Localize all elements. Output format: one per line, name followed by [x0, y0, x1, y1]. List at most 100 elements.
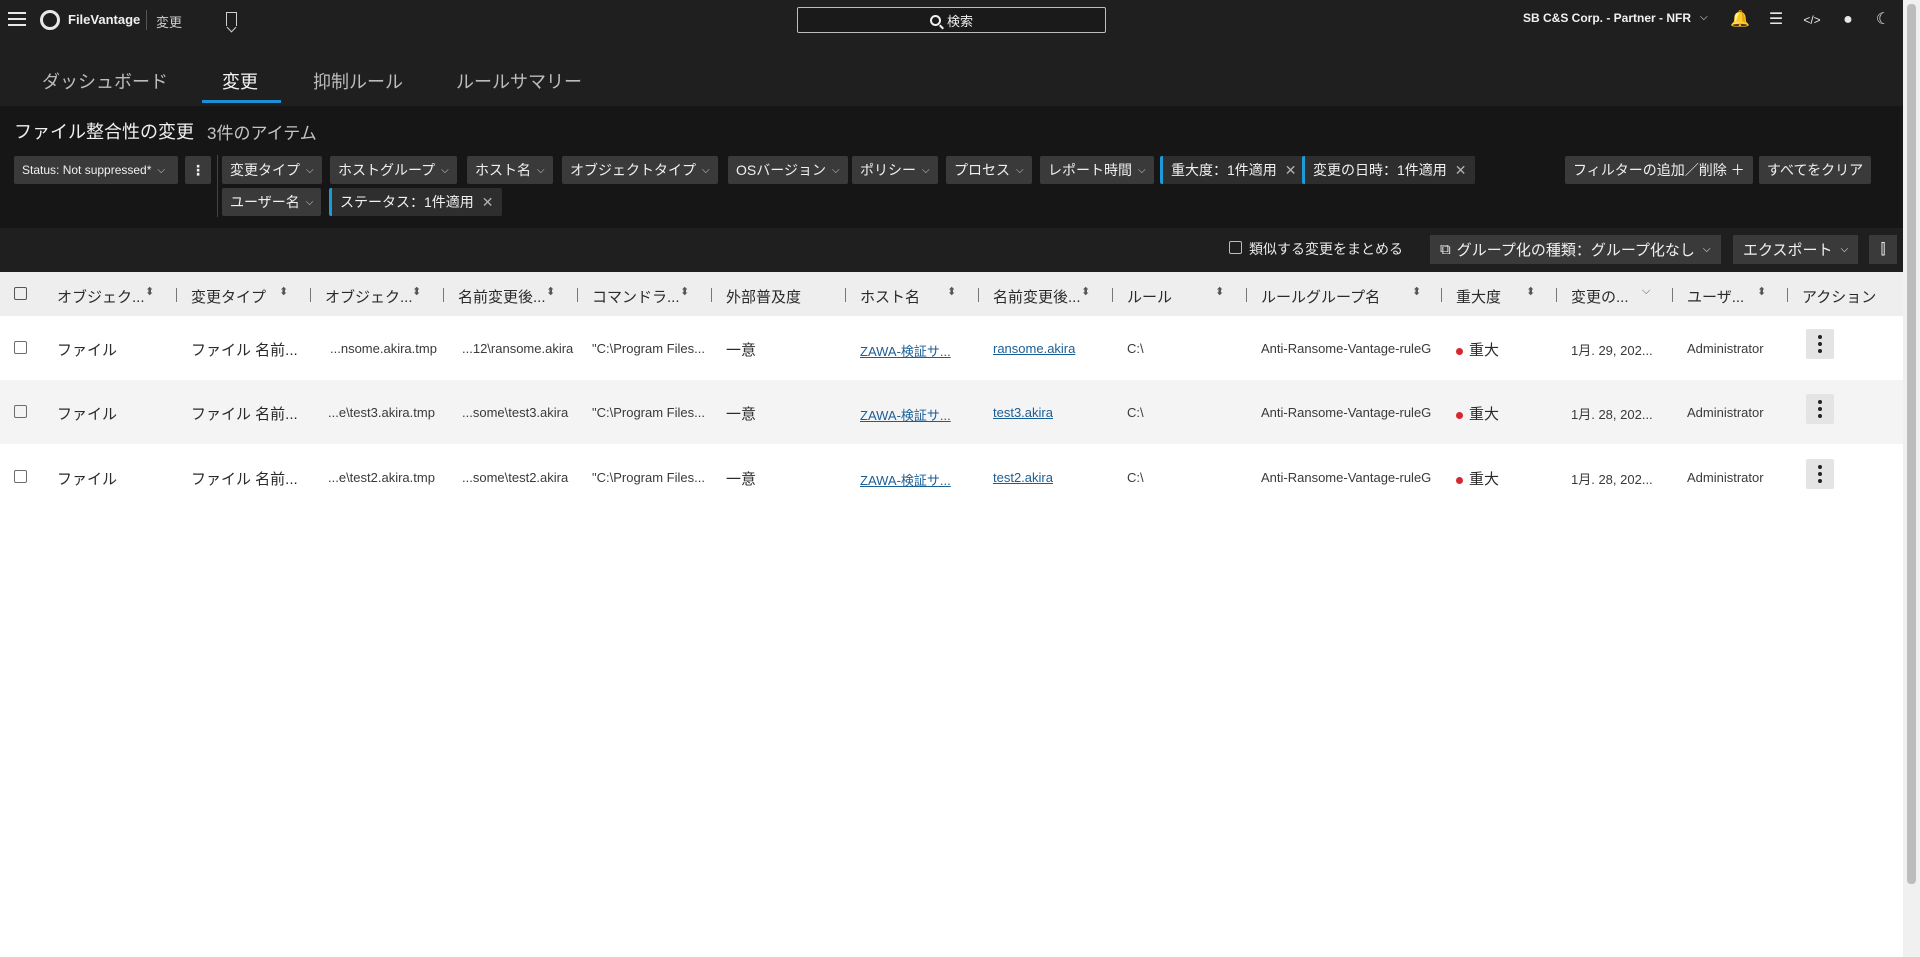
row-actions-kebab-icon[interactable]: [1806, 394, 1834, 424]
moon-icon[interactable]: ☾: [1872, 9, 1894, 31]
scrollbar[interactable]: [1903, 0, 1920, 957]
chevron-down-icon[interactable]: ⌵: [1642, 285, 1650, 298]
tab-changes[interactable]: 変更: [222, 68, 258, 94]
app-name[interactable]: FileVantage: [68, 12, 140, 27]
sort-icon[interactable]: ⬍: [1412, 285, 1421, 298]
filter-os-version[interactable]: OSバージョン ⌵: [728, 156, 848, 184]
saved-view-label: Status: Not suppressed*: [22, 163, 152, 177]
export-dropdown[interactable]: エクスポート ⌵: [1733, 235, 1859, 264]
sort-icon[interactable]: ⬍: [546, 285, 555, 298]
column-header[interactable]: 変更タイプ: [191, 286, 266, 307]
host-link[interactable]: ZAWA-検証サ...: [860, 341, 951, 360]
column-divider[interactable]: [577, 288, 578, 302]
column-divider[interactable]: [443, 288, 444, 302]
sort-icon[interactable]: ⬍: [947, 285, 956, 298]
bookmark-icon[interactable]: [226, 12, 237, 26]
news-icon[interactable]: ☰: [1765, 9, 1787, 31]
select-all-checkbox[interactable]: [14, 287, 27, 300]
column-header[interactable]: ホスト名: [860, 286, 920, 307]
saved-view-menu[interactable]: ⋮: [185, 156, 211, 184]
tab-suppression-rules[interactable]: 抑制ルール: [313, 68, 403, 94]
filter-severity-applied[interactable]: 重大度：1件適用 ✕: [1160, 156, 1305, 184]
filter-host-group[interactable]: ホストグループ ⌵: [330, 156, 457, 184]
add-remove-filters-button[interactable]: フィルターの追加／削除 ＋: [1565, 156, 1753, 184]
close-icon[interactable]: ✕: [1455, 162, 1467, 179]
column-divider[interactable]: [176, 288, 177, 302]
scrollbar-thumb[interactable]: [1907, 4, 1916, 884]
columns-icon[interactable]: ⫿: [1869, 235, 1897, 264]
grouping-type-dropdown[interactable]: ⧉ グループ化の種類：グループ化なし ⌵: [1430, 235, 1721, 264]
sort-icon[interactable]: ⬍: [412, 285, 421, 298]
sort-icon[interactable]: ⬍: [1526, 285, 1535, 298]
column-divider[interactable]: [310, 288, 311, 302]
filter-process[interactable]: プロセス ⌵: [946, 156, 1032, 184]
table-row[interactable]: ファイル ファイル 名前... ...nsome.akira.tmp ...12…: [0, 316, 1903, 380]
column-header[interactable]: 変更の...: [1571, 286, 1629, 307]
sort-icon[interactable]: ⬍: [1081, 285, 1090, 298]
column-header[interactable]: 名前変更後...: [993, 286, 1081, 307]
chevron-down-icon[interactable]: ⌵: [1700, 12, 1708, 23]
org-selector[interactable]: SB C&S Corp. - Partner - NFR: [1523, 11, 1691, 25]
row-checkbox[interactable]: [14, 405, 27, 418]
column-divider[interactable]: [978, 288, 979, 302]
renamed-file-link[interactable]: ransome.akira: [993, 341, 1075, 356]
column-divider[interactable]: [845, 288, 846, 302]
column-divider[interactable]: [1556, 288, 1557, 302]
host-link[interactable]: ZAWA-検証サ...: [860, 470, 951, 489]
column-header[interactable]: 外部普及度: [726, 286, 801, 307]
column-header[interactable]: コマンドラ...: [592, 286, 680, 307]
filter-report-time[interactable]: レポート時間 ⌵: [1040, 156, 1154, 184]
column-divider[interactable]: [1787, 288, 1788, 302]
divider: [217, 155, 218, 217]
sort-icon[interactable]: ⬍: [1215, 285, 1224, 298]
column-divider[interactable]: [711, 288, 712, 302]
row-actions-kebab-icon[interactable]: [1806, 329, 1834, 359]
sort-icon[interactable]: ⬍: [1757, 285, 1766, 298]
top-bar: FileVantage 変更 検索 SB C&S Corp. - Partner…: [0, 0, 1903, 40]
tab-rule-summary[interactable]: ルールサマリー: [456, 68, 582, 94]
row-checkbox[interactable]: [14, 341, 27, 354]
search-button[interactable]: 検索: [797, 7, 1106, 33]
row-actions-kebab-icon[interactable]: [1806, 459, 1834, 489]
sort-icon[interactable]: ⬍: [279, 285, 288, 298]
close-icon[interactable]: ✕: [482, 194, 494, 211]
column-divider[interactable]: [1246, 288, 1247, 302]
tab-dashboard[interactable]: ダッシュボード: [42, 68, 168, 94]
filter-change-date-applied[interactable]: 変更の日時：1件適用 ✕: [1302, 156, 1475, 184]
filter-change-type[interactable]: 変更タイプ ⌵: [222, 156, 322, 184]
column-divider[interactable]: [1112, 288, 1113, 302]
column-header[interactable]: 名前変更後...: [458, 286, 546, 307]
sort-icon[interactable]: ⬍: [145, 285, 154, 298]
filter-status-applied[interactable]: ステータス：1件適用 ✕: [329, 188, 502, 216]
filter-object-type[interactable]: オブジェクトタイプ ⌵: [562, 156, 718, 184]
column-header[interactable]: オブジェク...: [325, 286, 413, 307]
column-divider[interactable]: [1672, 288, 1673, 302]
sort-icon[interactable]: ⬍: [680, 285, 689, 298]
close-icon[interactable]: ✕: [1285, 162, 1297, 179]
renamed-file-link[interactable]: test2.akira: [993, 470, 1053, 485]
row-checkbox[interactable]: [14, 470, 27, 483]
column-header[interactable]: オブジェク...: [57, 286, 145, 307]
column-header[interactable]: ユーザ...: [1687, 286, 1744, 307]
host-link[interactable]: ZAWA-検証サ...: [860, 405, 951, 424]
clear-all-button[interactable]: すべてをクリア: [1759, 156, 1872, 184]
renamed-file-link[interactable]: test3.akira: [993, 405, 1053, 420]
breadcrumb[interactable]: 変更: [156, 12, 182, 31]
filter-user-name[interactable]: ユーザー名 ⌵: [222, 188, 322, 216]
filter-policy[interactable]: ポリシー ⌵: [852, 156, 938, 184]
user-icon[interactable]: ●: [1837, 9, 1859, 31]
column-header[interactable]: 重大度: [1456, 286, 1501, 307]
column-header[interactable]: ルールグループ名: [1261, 286, 1380, 307]
table-row[interactable]: ファイル ファイル 名前... ...e\test2.akira.tmp ...…: [0, 444, 1903, 508]
cell-prevalence: 一意: [726, 406, 757, 423]
table-row[interactable]: ファイル ファイル 名前... ...e\test3.akira.tmp ...…: [0, 380, 1903, 444]
filter-host-name[interactable]: ホスト名 ⌵: [467, 156, 553, 184]
tab-bar: ダッシュボード 変更 抑制ルール ルールサマリー: [0, 40, 1903, 106]
bell-icon[interactable]: 🔔: [1729, 9, 1751, 31]
column-divider[interactable]: [1441, 288, 1442, 302]
menu-icon[interactable]: [8, 10, 26, 28]
column-header[interactable]: ルール: [1127, 286, 1172, 307]
group-similar-checkbox[interactable]: [1229, 241, 1242, 254]
code-icon[interactable]: </>: [1801, 9, 1823, 31]
saved-view-dropdown[interactable]: Status: Not suppressed* ⌵: [14, 156, 178, 184]
